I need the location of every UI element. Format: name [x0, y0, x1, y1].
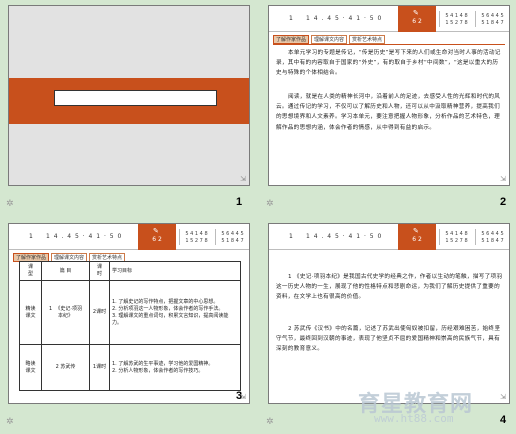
resize-icon: ⇲ [240, 175, 246, 183]
header-highlight: ✎ 6 2 [138, 224, 176, 250]
table-cell: 精读 课文 [19, 280, 42, 345]
slide-thumbnail-4[interactable]: 1 1 4 . 4 5 · 4 1 · 5 0 ✎ 6 2 5 4 1 4 8 … [268, 223, 510, 404]
table-header-cell: 课 时 [89, 261, 110, 281]
section-tab: 理解课文内容 [311, 35, 348, 44]
section-tab: 赏析艺术特点 [349, 35, 386, 44]
table-cell: 2课时 [89, 280, 110, 345]
header-number: 1 [289, 233, 293, 240]
header-tab-2: 5 6 4 4 5 5 1 8 4 7 [215, 229, 249, 245]
pencil-icon: ✎ [413, 227, 419, 235]
header-tab-1: 5 4 1 4 8 1 5 2 7 8 [439, 229, 473, 245]
body-paragraph: 本单元学习的专题是传记，“传是历史”是写下来的人们或生命对当时人事的活动记录，其… [276, 50, 501, 77]
header-tab-2: 5 6 4 4 5 5 1 8 4 7 [475, 229, 509, 245]
slide-transition-icon[interactable]: ✲ [6, 418, 14, 427]
body-paragraph: 2 苏武传《汉书》中的名篇，记述了苏武出使匈奴被扣留，历经艰难困苦，始终坚守气节… [276, 326, 501, 353]
slide-transition-icon[interactable]: ✲ [6, 200, 14, 209]
header-tab-1: 5 4 1 4 8 1 5 2 7 8 [179, 229, 213, 245]
section-tab: 了解作家作品 [273, 35, 310, 44]
title-placeholder [54, 90, 217, 106]
table-row: 精读 课文 1 《史记·项羽 本纪》 2课时 1. 了解史记的写作特点，把握文章… [19, 280, 241, 345]
header-highlight: ✎ 6 2 [398, 6, 436, 32]
header-title: 1 4 . 4 5 · 4 1 · 5 0 [306, 233, 383, 240]
table-row: 略读 课文 2 苏武传 1课时 1. 了解苏武的生平事迹，学习他的爱国精神。 2… [19, 344, 241, 391]
pencil-icon: ✎ [153, 227, 159, 235]
header-highlight-label: 6 2 [412, 236, 422, 243]
slide-number: 3 [236, 390, 243, 402]
pencil-icon: ✎ [413, 9, 419, 17]
watermark-url: www.ht88.com [374, 412, 454, 425]
table-header-cell: 篇 目 [41, 261, 90, 281]
header-tab-1: 5 4 1 4 8 1 5 2 7 8 [439, 11, 473, 27]
slide-header: 1 1 4 . 4 5 · 4 1 · 5 0 ✎ 6 2 5 4 1 4 8 … [269, 6, 509, 32]
table-cell: 1 《史记·项羽 本纪》 [41, 280, 90, 345]
table-cell: 2 苏武传 [41, 344, 90, 391]
body-paragraph: 1 《史记·项羽本纪》是我国古代史学的经典之作，作者以生动的笔触，描写了项羽这一… [276, 274, 503, 301]
table-cell: 1. 了解苏武的生平事迹，学习他的爱国精神。 2. 分析人物形象，体会作者的写作… [109, 344, 241, 391]
resize-icon: ⇲ [500, 175, 506, 183]
body-paragraph: 阅读，就是在人类的精神长河中，沿着前人的足迹，去感受人性的光辉和时代的风云。通过… [276, 94, 501, 131]
slide-number: 1 [236, 196, 243, 208]
table-header-cell: 学习目标 [109, 261, 241, 281]
header-number: 1 [289, 15, 293, 22]
header-highlight-label: 6 2 [152, 236, 162, 243]
table-header-cell: 课 型 [19, 261, 42, 281]
slide-transition-icon[interactable]: ✲ [266, 200, 274, 209]
resize-icon: ⇲ [500, 393, 506, 401]
slide-header: 1 1 4 . 4 5 · 4 1 · 5 0 ✎ 6 2 5 4 1 4 8 … [269, 224, 509, 250]
section-tabs: 了解作家作品 理解课文内容 赏析艺术特点 [273, 35, 386, 44]
course-table: 课 型 篇 目 课 时 学习目标 精读 课文 1 《史记·项羽 本纪》 2课时 … [19, 261, 241, 391]
slide-thumbnail-2[interactable]: 1 1 4 . 4 5 · 4 1 · 5 0 ✎ 6 2 5 4 1 4 8 … [268, 5, 510, 186]
header-highlight: ✎ 6 2 [398, 224, 436, 250]
header-number: 1 [29, 233, 33, 240]
header-highlight-label: 6 2 [412, 18, 422, 25]
slide-number: 4 [500, 414, 507, 426]
header-title: 1 4 . 4 5 · 4 1 · 5 0 [46, 233, 123, 240]
divider [273, 44, 505, 45]
header-tab-2: 5 6 4 4 5 5 1 8 4 7 [475, 11, 509, 27]
header-title: 1 4 . 4 5 · 4 1 · 5 0 [306, 15, 383, 22]
slide-thumbnail-3[interactable]: 1 1 4 . 4 5 · 4 1 · 5 0 ✎ 6 2 5 4 1 4 8 … [8, 223, 250, 404]
table-cell: 1. 了解史记的写作特点，把握文章的中心思想。 2. 分析项羽这一人物形象，体会… [109, 280, 241, 345]
slide-thumbnail-1[interactable]: ⇲ [8, 5, 250, 186]
slide-number: 2 [500, 196, 507, 208]
slide-header: 1 1 4 . 4 5 · 4 1 · 5 0 ✎ 6 2 5 4 1 4 8 … [9, 224, 249, 250]
table-cell: 略读 课文 [19, 344, 42, 391]
table-cell: 1课时 [89, 344, 110, 391]
slide-transition-icon[interactable]: ✲ [266, 418, 274, 427]
table-header-row: 课 型 篇 目 课 时 学习目标 [19, 261, 241, 281]
